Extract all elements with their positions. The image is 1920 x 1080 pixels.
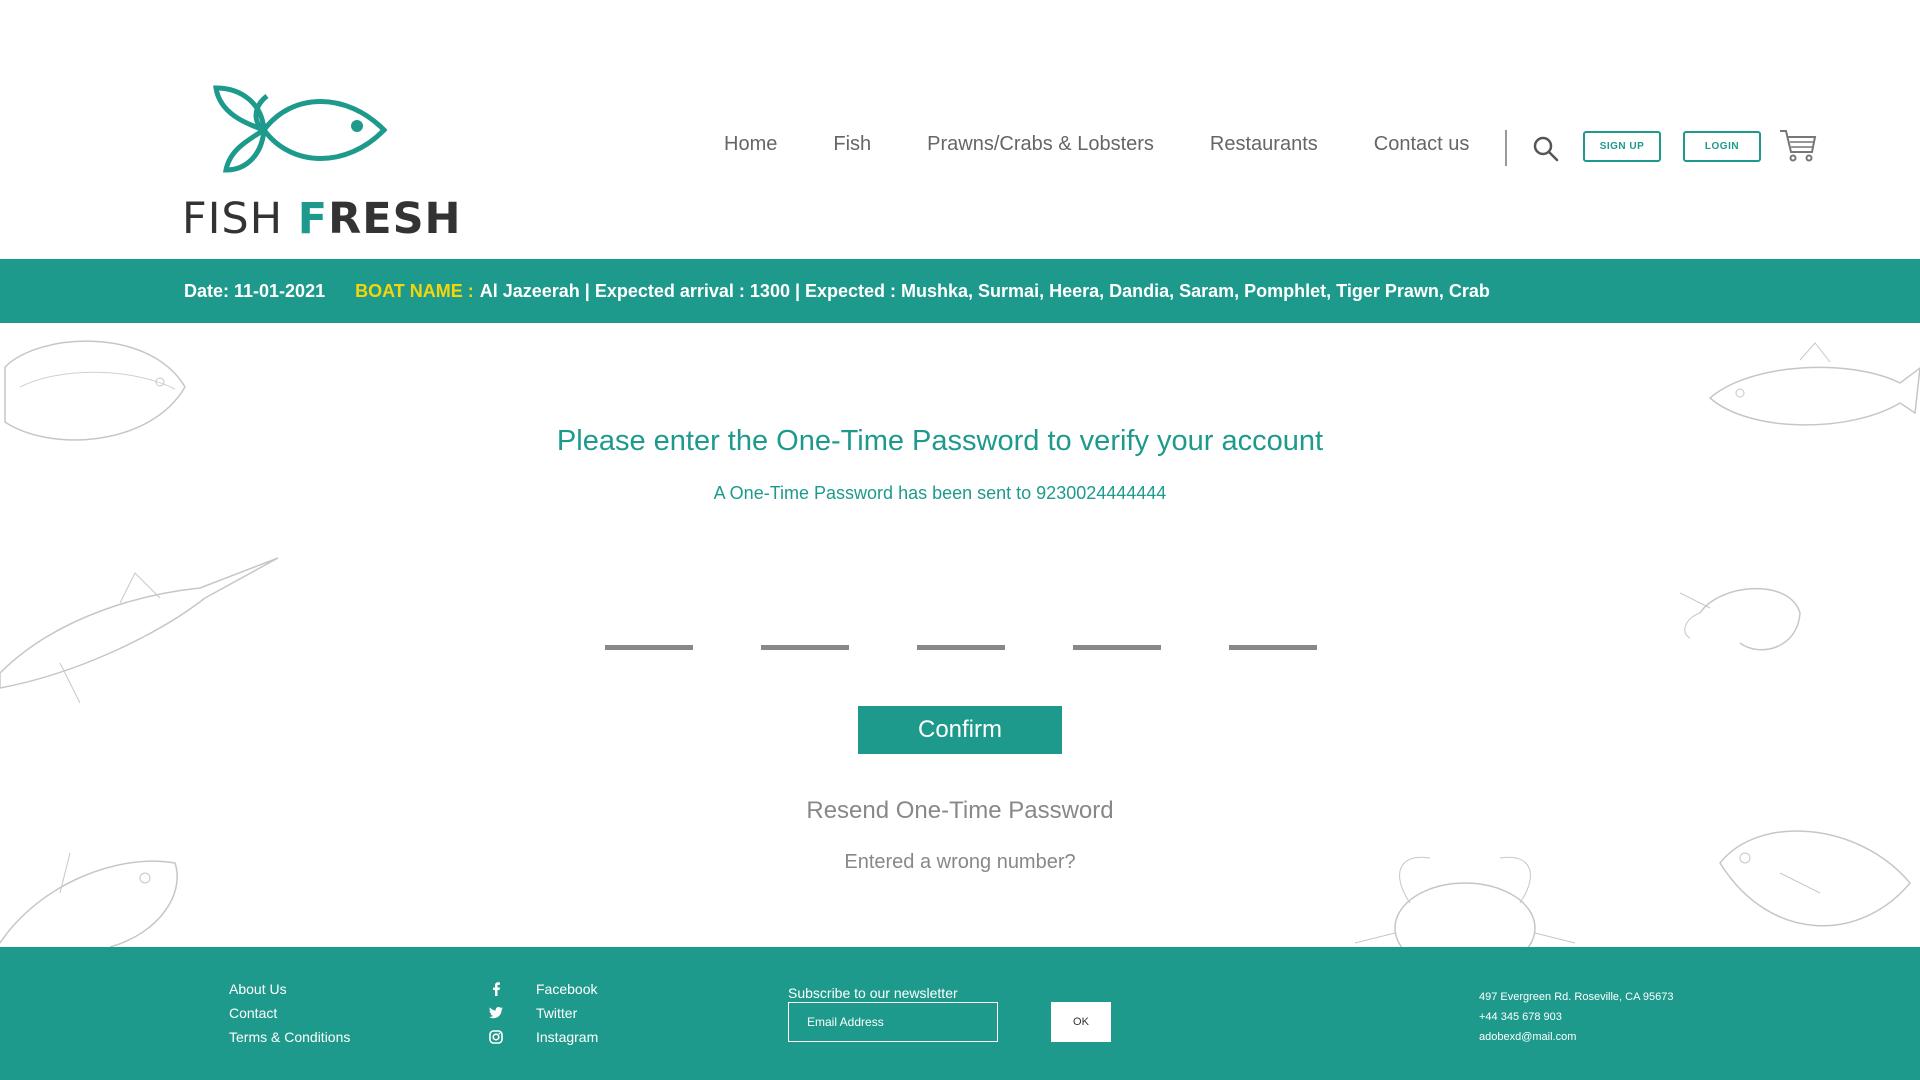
footer-contact: 497 Evergreen Rd. Roseville, CA 95673 +4… bbox=[1479, 987, 1673, 1047]
otp-digit-5[interactable] bbox=[1229, 626, 1317, 650]
social-facebook-label: Facebook bbox=[536, 981, 598, 997]
footer-email[interactable]: adobexd@mail.com bbox=[1479, 1027, 1673, 1047]
social-twitter[interactable]: Twitter bbox=[488, 1001, 598, 1025]
otp-input-row bbox=[605, 626, 1317, 650]
footer-link-terms[interactable]: Terms & Conditions bbox=[229, 1025, 350, 1049]
site-header: FISH FRESH Home Fish Prawns/Crabs & Lobs… bbox=[0, 0, 1920, 259]
nav-fish[interactable]: Fish bbox=[833, 133, 871, 156]
cart-button[interactable] bbox=[1778, 128, 1818, 162]
newsletter-ok-button[interactable]: OK bbox=[1051, 1002, 1111, 1042]
ticker-date: Date: 11-01-2021 bbox=[184, 280, 326, 301]
brand-wordmark: FISH FRESH bbox=[182, 194, 462, 244]
otp-digit-3[interactable] bbox=[917, 626, 1005, 650]
nav-divider bbox=[1505, 130, 1507, 166]
brand-logo[interactable]: FISH FRESH bbox=[182, 84, 461, 244]
footer-links: About Us Contact Terms & Conditions bbox=[229, 977, 350, 1049]
ticker-info: Al Jazeerah | Expected arrival : 1300 | … bbox=[479, 280, 1490, 301]
footer-address: 497 Evergreen Rd. Roseville, CA 95673 bbox=[1479, 991, 1674, 1003]
cart-icon bbox=[1780, 130, 1817, 162]
nav-restaurants[interactable]: Restaurants bbox=[1210, 133, 1318, 156]
nav-prawns-crabs-lobsters[interactable]: Prawns/Crabs & Lobsters bbox=[927, 133, 1154, 156]
facebook-icon bbox=[488, 981, 504, 997]
arrival-ticker: Date: 11-01-2021 BOAT NAME : Al Jazeerah… bbox=[0, 259, 1920, 323]
confirm-button[interactable]: Confirm bbox=[858, 706, 1062, 754]
brand-word2-rest: RESH bbox=[328, 194, 462, 244]
twitter-icon bbox=[488, 1005, 504, 1021]
resend-otp-link[interactable]: Resend One-Time Password bbox=[0, 797, 1920, 825]
otp-digit-4[interactable] bbox=[1073, 626, 1161, 650]
signup-button[interactable]: SIGN UP bbox=[1583, 131, 1661, 162]
ticker-boat-label: BOAT NAME : bbox=[355, 280, 474, 301]
social-twitter-label: Twitter bbox=[536, 1005, 578, 1021]
footer-link-about[interactable]: About Us bbox=[229, 977, 350, 1001]
otp-digit-2[interactable] bbox=[761, 626, 849, 650]
swordfish-illustration bbox=[0, 557, 279, 703]
social-instagram[interactable]: Instagram bbox=[488, 1025, 598, 1049]
nav-contact-us[interactable]: Contact us bbox=[1374, 133, 1470, 156]
footer-social: Facebook Twitter Instagram bbox=[488, 977, 598, 1049]
search-button[interactable] bbox=[1532, 135, 1560, 163]
brand-word1: FISH bbox=[182, 194, 284, 244]
social-facebook[interactable]: Facebook bbox=[488, 977, 598, 1001]
wrong-number-link[interactable]: Entered a wrong number? bbox=[0, 851, 1920, 874]
otp-digit-1[interactable] bbox=[605, 626, 693, 650]
nav-home[interactable]: Home bbox=[724, 133, 777, 156]
newsletter: Subscribe to our newsletter OK bbox=[788, 985, 1111, 1042]
brand-word2-accent: F bbox=[297, 194, 329, 244]
brand-word2: FRESH bbox=[298, 194, 462, 244]
otp-section: Please enter the One-Time Password to ve… bbox=[0, 323, 1920, 947]
social-instagram-label: Instagram bbox=[536, 1029, 599, 1045]
otp-title: Please enter the One-Time Password to ve… bbox=[556, 425, 1324, 457]
shrimp-illustration bbox=[1680, 587, 1801, 651]
footer-link-contact[interactable]: Contact bbox=[229, 1001, 350, 1025]
newsletter-email-input[interactable] bbox=[788, 1002, 998, 1042]
otp-subtitle: A One-Time Password has been sent to 923… bbox=[713, 483, 1167, 503]
main-nav: Home Fish Prawns/Crabs & Lobsters Restau… bbox=[724, 133, 1469, 156]
instagram-icon bbox=[488, 1029, 504, 1045]
search-icon bbox=[1533, 136, 1559, 162]
site-footer: About Us Contact Terms & Conditions Face… bbox=[0, 947, 1920, 1080]
newsletter-label: Subscribe to our newsletter bbox=[788, 985, 958, 1001]
footer-phone: +44 345 678 903 bbox=[1479, 1011, 1562, 1023]
fish-logo-icon bbox=[213, 85, 388, 173]
login-button[interactable]: LOGIN bbox=[1683, 131, 1761, 162]
